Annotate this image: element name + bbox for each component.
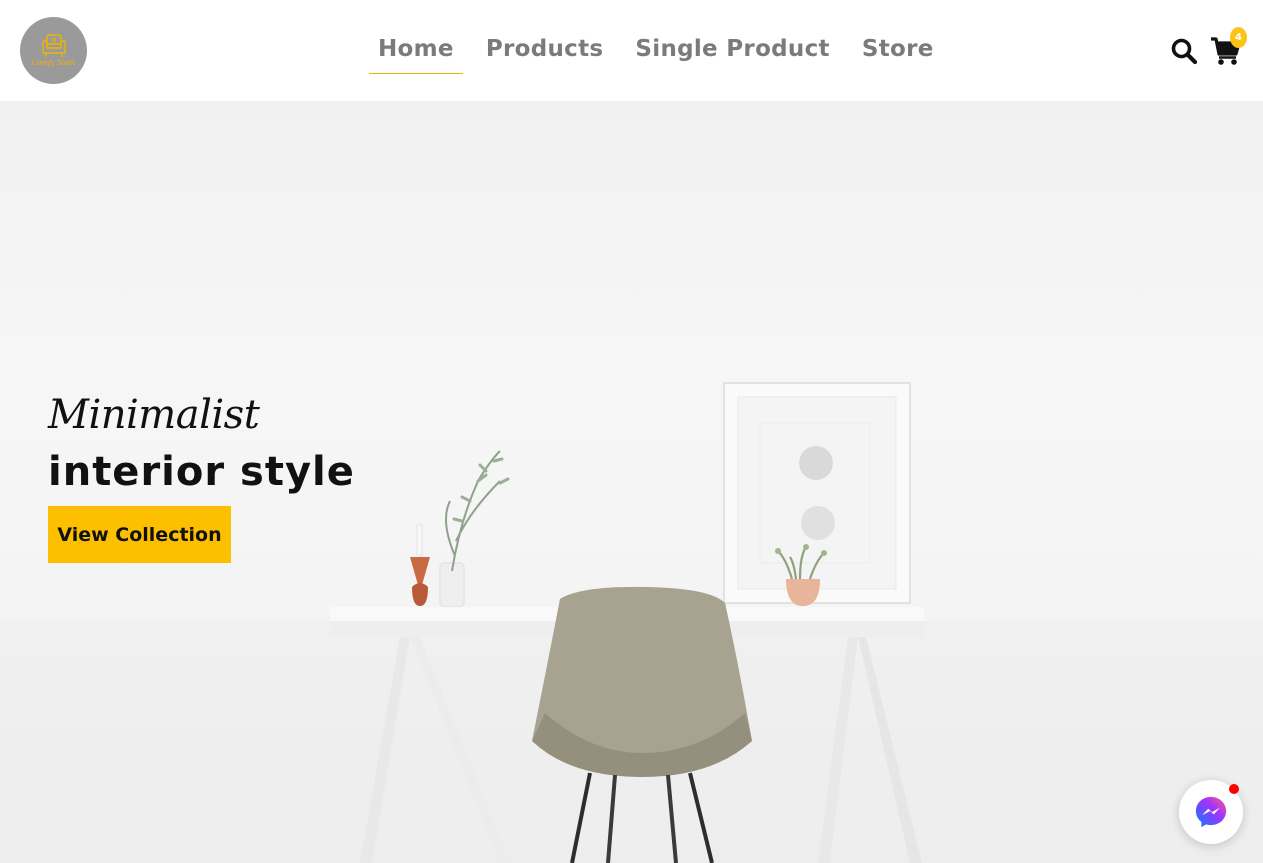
nav-item-products[interactable]: Products xyxy=(477,28,613,73)
logo[interactable]: Comfy Sloth xyxy=(20,17,87,84)
messenger-icon xyxy=(1195,796,1227,828)
hero-subtitle: Minimalist xyxy=(48,392,260,438)
nav-item-store[interactable]: Store xyxy=(853,28,943,73)
site-header: Comfy Sloth Home Products Single Product… xyxy=(0,0,1263,101)
nav-item-single-product[interactable]: Single Product xyxy=(626,28,838,73)
nav-item-home[interactable]: Home xyxy=(369,28,463,74)
armchair-icon xyxy=(41,34,66,57)
search-icon xyxy=(1171,38,1198,65)
search-button[interactable] xyxy=(1170,37,1198,65)
logo-text: Comfy Sloth xyxy=(31,59,76,67)
hero-section: Minimalist interior style View Collectio… xyxy=(0,101,1263,863)
view-collection-button[interactable]: View Collection xyxy=(48,506,231,563)
hero-title: interior style xyxy=(48,449,355,495)
main-nav: Home Products Single Product Store xyxy=(369,28,957,78)
notification-dot xyxy=(1229,784,1239,794)
cart-count-badge: 4 xyxy=(1230,27,1247,48)
